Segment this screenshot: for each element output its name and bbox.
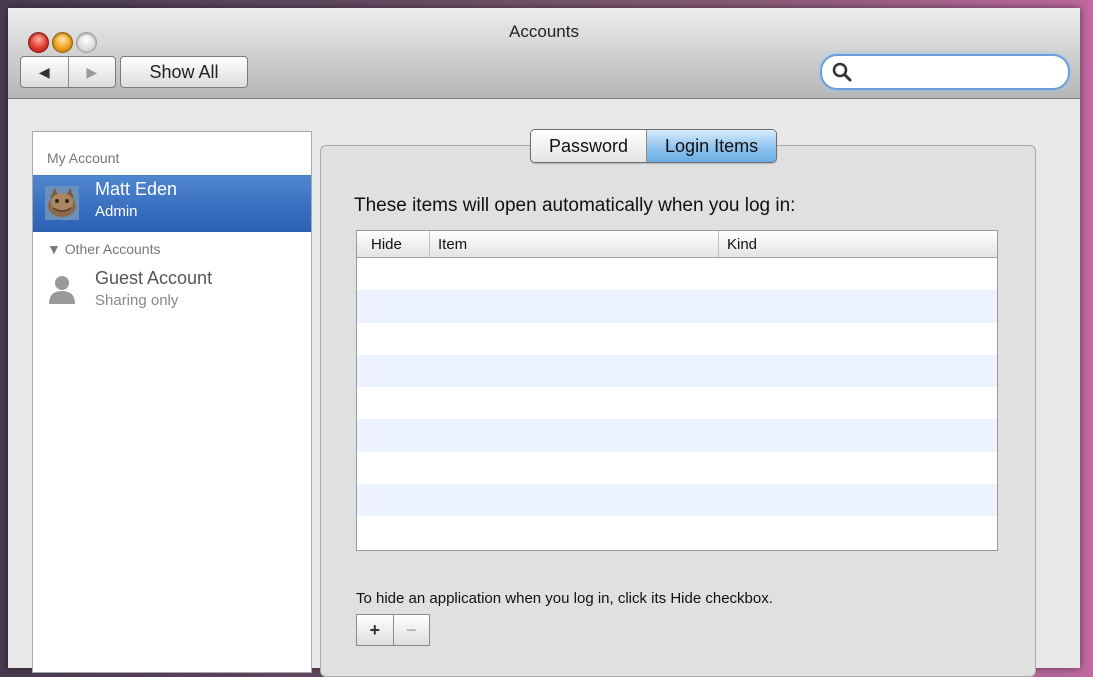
back-arrow-icon: ◀ <box>38 63 50 80</box>
table-row <box>357 516 997 548</box>
nav-button-group: ◀ ▶ <box>20 56 116 88</box>
current-user-role: Admin <box>95 203 138 220</box>
forward-button[interactable]: ▶ <box>69 57 116 87</box>
search-field[interactable] <box>820 54 1070 90</box>
search-input[interactable] <box>858 60 1057 84</box>
title-bar: Accounts ◀ ▶ Show All <box>8 8 1080 99</box>
table-row <box>357 484 997 517</box>
guest-account-name: Guest Account <box>95 268 213 288</box>
add-login-item-button[interactable]: + <box>357 615 394 645</box>
login-items-heading: These items will open automatically when… <box>354 195 796 216</box>
guest-user-silhouette-icon <box>49 276 75 304</box>
hide-hint-text: To hide an application when you log in, … <box>356 590 773 607</box>
other-accounts-header[interactable]: ▼ Other Accounts <box>47 241 160 257</box>
current-user-name: Matt Eden <box>95 179 178 199</box>
column-header-kind[interactable]: Kind <box>719 231 997 257</box>
search-icon <box>832 62 852 82</box>
window-title: Accounts <box>509 22 579 41</box>
table-row <box>357 419 997 452</box>
my-account-header: My Account <box>47 150 120 166</box>
table-row <box>357 323 997 355</box>
show-all-button[interactable]: Show All <box>120 56 248 88</box>
forward-arrow-icon: ▶ <box>86 63 98 80</box>
tab-bar: Password Login Items <box>530 129 778 163</box>
tab-login-items[interactable]: Login Items <box>647 130 777 162</box>
login-items-table[interactable]: Hide Item Kind <box>356 230 998 551</box>
table-row <box>357 290 997 323</box>
table-body <box>357 258 997 549</box>
guest-account-subtitle: Sharing only <box>95 292 179 309</box>
account-row-current-user[interactable]: Matt Eden Admin <box>33 175 311 232</box>
table-row <box>357 258 997 290</box>
table-row <box>357 354 997 388</box>
account-row-guest[interactable]: Guest Account Sharing only <box>33 264 311 314</box>
remove-login-item-button[interactable]: − <box>394 615 430 645</box>
accounts-list: My Account Matt Eden Admin ▼ Other Accou… <box>32 131 312 673</box>
add-remove-group: + − <box>356 614 430 646</box>
table-header: Hide Item Kind <box>357 231 997 258</box>
tab-password[interactable]: Password <box>531 130 648 162</box>
back-button[interactable]: ◀ <box>21 57 69 87</box>
table-row <box>357 387 997 419</box>
user-avatar-cat-icon <box>45 186 79 220</box>
column-header-hide[interactable]: Hide <box>357 231 430 257</box>
table-row <box>357 452 997 484</box>
column-header-item[interactable]: Item <box>430 231 719 257</box>
